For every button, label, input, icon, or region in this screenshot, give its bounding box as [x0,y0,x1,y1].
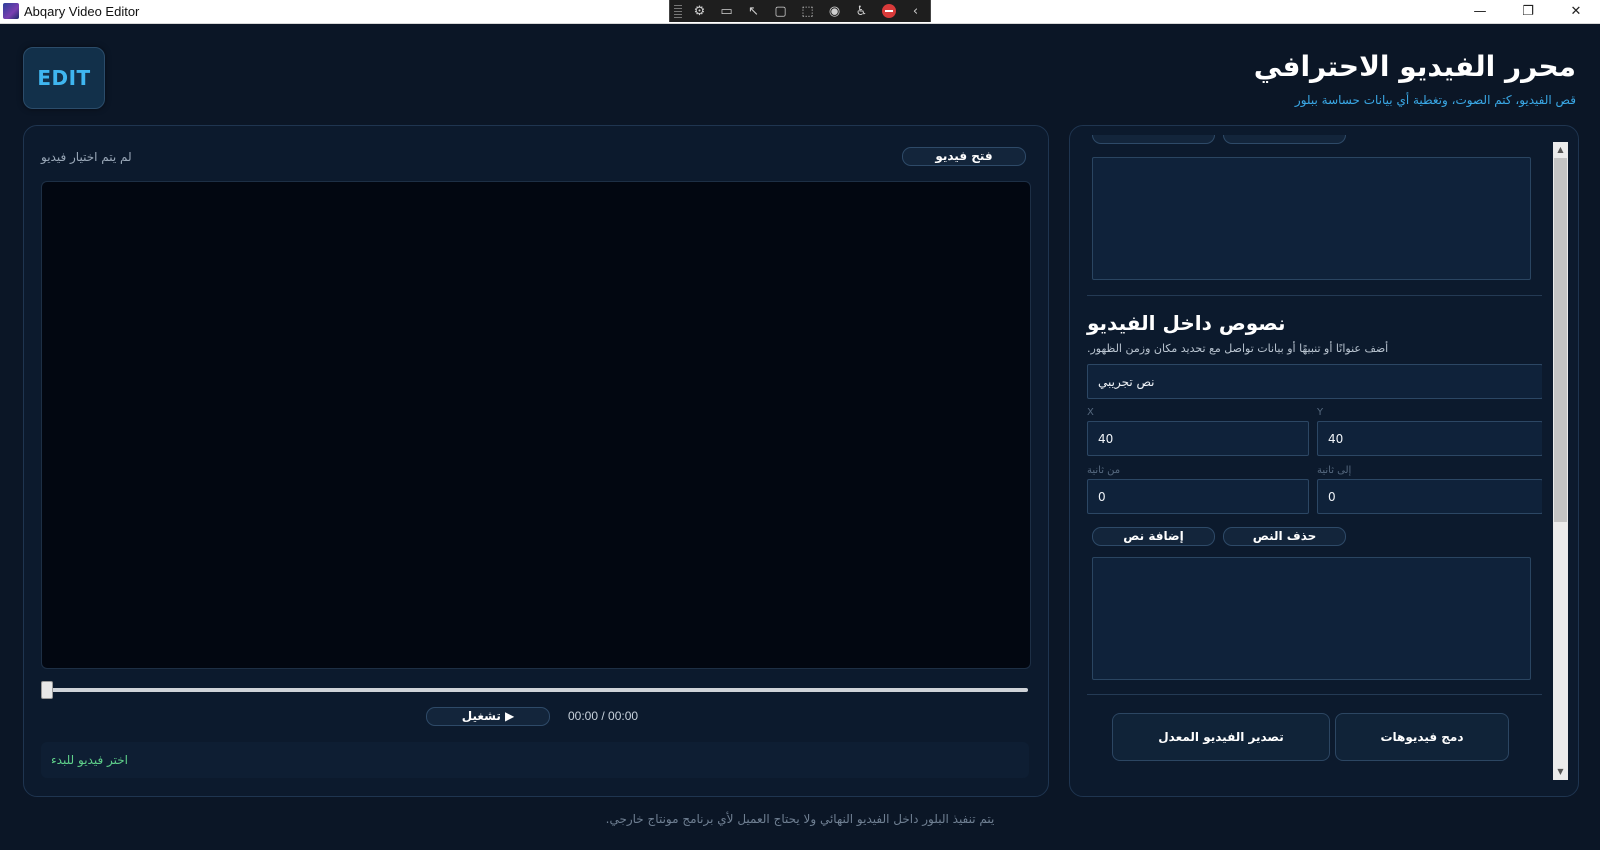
page-title: محرر الفيديو الاحترافي [1253,50,1576,83]
delete-text-button[interactable]: حذف النص [1223,527,1346,546]
page-subtitle: قص الفيديو، كتم الصوت، وتغطية أي بيانات … [1294,93,1576,107]
status-bar: اختر فيديو للبدء [41,742,1029,778]
open-video-button[interactable]: فتح فيديو [902,147,1026,166]
video-player-panel: فتح فيديو لم يتم اختيار فيديو ▶ تشغيل 00… [23,125,1049,797]
to-second-label: إلى ثانية [1317,465,1352,476]
video-preview[interactable] [41,181,1031,669]
stop-icon[interactable] [875,0,902,22]
drag-handle[interactable] [674,4,682,18]
floating-toolbar: ⚙ ▭ ↖ ▢ ⬚ ◉ ♿ ‹ [669,0,931,22]
close-button[interactable]: ✕ [1552,0,1600,23]
footer-note: يتم تنفيذ البلور داخل الفيديو النهائي ول… [605,812,995,826]
y-input[interactable]: 40 [1317,421,1542,456]
y-label: Y [1317,407,1324,418]
status-message: اختر فيديو للبدء [51,753,129,767]
scrollbar-thumb[interactable] [1554,158,1567,522]
app-icon [3,3,19,19]
text-section-description: أضف عنوانًا أو تنبيهًا أو بيانات تواصل م… [1087,342,1389,355]
scroll-up-arrow[interactable]: ▲ [1553,142,1568,158]
vertical-scrollbar[interactable]: ▲ ▼ [1553,142,1568,780]
settings-icon[interactable]: ⚙ [686,0,713,22]
region-icon[interactable]: ⬚ [794,0,821,22]
seek-bar[interactable] [42,688,1028,692]
export-video-button[interactable]: تصدير الفيديو المعدل [1112,713,1330,761]
camera-icon[interactable]: ▭ [713,0,740,22]
section-divider [1087,694,1542,695]
blur-delete-button-partial[interactable] [1223,135,1346,144]
from-second-label: من ثانية [1087,465,1121,476]
minimize-button[interactable]: — [1456,0,1504,23]
collapse-icon[interactable]: ‹ [902,0,929,22]
blur-regions-list[interactable] [1092,157,1531,280]
pointer-icon[interactable]: ↖ [740,0,767,22]
to-second-input[interactable]: 0 [1317,479,1542,514]
play-button[interactable]: ▶ تشغيل [426,707,550,726]
window-titlebar: Abqary Video Editor ⚙ ▭ ↖ ▢ ⬚ ◉ ♿ ‹ — ❐ … [0,0,1600,24]
overlay-text-input[interactable]: نص تجريبي [1087,364,1542,399]
merge-videos-button[interactable]: دمج فيديوهات [1335,713,1509,761]
from-second-input[interactable]: 0 [1087,479,1309,514]
no-video-label: لم يتم اختيار فيديو [41,150,132,164]
section-divider [1087,295,1542,296]
time-display: 00:00 / 00:00 [568,709,639,723]
text-section-title: نصوص داخل الفيديو [1087,311,1286,335]
scroll-down-arrow[interactable]: ▼ [1553,764,1568,780]
text-overlays-list[interactable] [1092,557,1531,680]
window-controls: — ❐ ✕ [1456,0,1600,23]
window-title: Abqary Video Editor [24,4,140,19]
frame-icon[interactable]: ▢ [767,0,794,22]
seek-handle[interactable] [41,681,53,699]
x-input[interactable]: 40 [1087,421,1309,456]
accessibility-icon[interactable]: ♿ [848,0,875,22]
blur-add-button-partial[interactable] [1092,135,1215,144]
restore-button[interactable]: ❐ [1504,0,1552,23]
add-text-button[interactable]: إضافة نص [1092,527,1215,546]
controls-panel: نصوص داخل الفيديو أضف عنوانًا أو تنبيهًا… [1069,125,1579,797]
broadcast-icon[interactable]: ◉ [821,0,848,22]
app-logo: EDIT [23,47,105,109]
x-label: X [1087,407,1094,418]
controls-scroll-area: نصوص داخل الفيديو أضف عنوانًا أو تنبيهًا… [1070,126,1542,796]
